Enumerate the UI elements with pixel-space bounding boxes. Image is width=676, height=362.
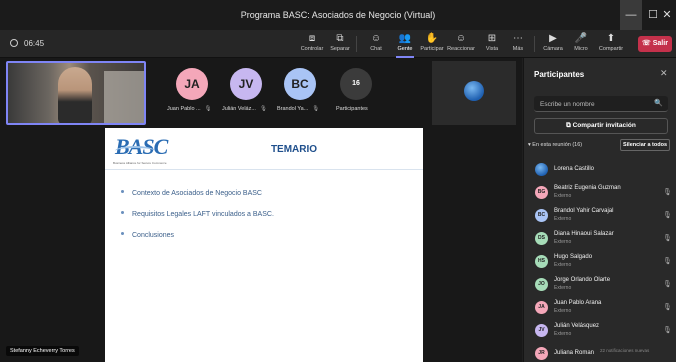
phone-icon: ☏ — [642, 40, 653, 47]
window-title: Programa BASC: Asociados de Negocio (Vir… — [240, 10, 436, 20]
panel-title: Participantes — [534, 70, 585, 79]
control-icon: ⧈ — [308, 33, 316, 44]
share-icon: ⬆ — [606, 33, 616, 44]
slide-bullet: Contexto de Asociados de Negocio BASC — [121, 190, 411, 197]
leave-button[interactable]: ☏ Salir — [638, 36, 672, 52]
slide-bullet: Conclusiones — [121, 232, 411, 239]
globe-logo-icon — [464, 81, 484, 101]
participant-name: Julián Veláz... 🎙 — [222, 106, 267, 112]
self-video-tile[interactable] — [6, 61, 146, 125]
in-meeting-section-header[interactable]: ▾ En esta reunión (16) — [528, 142, 582, 148]
mic-off-icon: 🎙 — [663, 327, 672, 334]
avatar: BC — [535, 209, 548, 222]
avatar: DS — [535, 232, 548, 245]
camera-button[interactable]: ▶ Cámara — [538, 32, 568, 56]
bullet-icon — [121, 211, 124, 214]
toolbar-divider — [534, 36, 535, 52]
meeting-toolbar: 06:45 ⧈ Controlar ⧉ Separar ☺ Chat 👥 Gente ✋… — [0, 30, 676, 58]
participant-name: Juan Pablo ... 🎙 — [167, 106, 212, 112]
mic-off-icon: 🎙 — [663, 212, 672, 219]
minimize-icon: — — [625, 9, 637, 21]
meeting-timer: 06:45 — [10, 30, 44, 58]
participant-search: 🔍 — [534, 96, 668, 112]
mic-off-icon: 🎙 — [312, 106, 320, 112]
camera-off-icon: ▶ — [549, 33, 557, 44]
participant-list: Lorena Castillo BG Beatriz Eugenia Guzma… — [524, 158, 676, 362]
bullet-icon — [121, 232, 124, 235]
mic-off-icon: 🎙 — [204, 106, 212, 112]
participant-row[interactable]: JA Juan Pablo Arana Externo 🎙 — [524, 296, 676, 319]
participant-row[interactable]: JO Jorge Orlando Olarte Externo 🎙 — [524, 273, 676, 296]
chat-button[interactable]: ☺ Chat — [361, 32, 391, 56]
participant-search-input[interactable] — [540, 96, 650, 112]
share-button[interactable]: ⬆ Compartir — [596, 32, 626, 56]
mic-off-icon: 🎙 — [663, 258, 672, 265]
mic-off-icon: 🎙 — [259, 106, 267, 112]
mic-button[interactable]: 🎤 Micro — [566, 32, 596, 56]
meeting-stage: JA Juan Pablo ... 🎙 JV Julián Veláz... 🎙 B… — [0, 58, 522, 362]
participant-avatar[interactable]: BC — [284, 68, 316, 100]
close-panel-button[interactable]: ✕ — [660, 68, 668, 79]
minimize-button[interactable]: — — [620, 0, 642, 30]
mic-off-icon: 🎤 — [574, 33, 588, 44]
people-icon: 👥 — [398, 33, 412, 44]
chat-icon: ☺ — [370, 33, 382, 44]
mute-all-button[interactable]: Silenciar a todos — [620, 139, 670, 151]
participant-count-label: Participantes — [336, 106, 368, 112]
pop-out-icon: ⧉ — [336, 33, 344, 44]
close-icon: ✕ — [660, 68, 668, 78]
participant-name: Brandol Ya... 🎙 — [277, 106, 320, 112]
more-icon: ⋯ — [513, 33, 523, 44]
basc-tagline: Business Alliance for Secure Commerce — [113, 161, 167, 165]
react-button[interactable]: ☺ Reaccionar — [446, 32, 476, 56]
slide-title: TEMARIO — [270, 144, 318, 155]
avatar: JA — [535, 301, 548, 314]
bullet-icon — [121, 190, 124, 193]
mic-off-icon: 🎙 — [663, 304, 672, 311]
toolbar-divider — [356, 36, 357, 52]
mic-off-icon: 🎙 — [663, 235, 672, 242]
avatar: JR — [535, 347, 548, 360]
avatar: JV — [535, 324, 548, 337]
avatar: HS — [535, 255, 548, 268]
slide-bullets: Contexto de Asociados de Negocio BASC Re… — [121, 190, 411, 253]
react-icon: ☺ — [455, 33, 467, 44]
participant-avatar[interactable]: JV — [230, 68, 262, 100]
notifications-toast[interactable]: 22 notificaciones nuevas — [600, 348, 649, 353]
mic-off-icon: 🎙 — [663, 281, 672, 288]
participant-row[interactable]: DS Diana Hinaoui Salazar Externo 🎙 — [524, 227, 676, 250]
pop-out-button[interactable]: ⧉ Separar — [325, 32, 355, 56]
slide-bullet: Requisitos Legales LAFT vinculados a BAS… — [121, 211, 411, 218]
video-background — [104, 71, 144, 123]
slide-header: BASC Business Alliance for Secure Commer… — [105, 128, 423, 170]
raise-hand-icon: ✋ — [425, 33, 439, 44]
globe-logo-icon — [535, 163, 548, 176]
participant-row[interactable]: Lorena Castillo — [524, 158, 676, 181]
mic-off-icon: 🎙 — [663, 189, 672, 196]
timer-text: 06:45 — [24, 39, 45, 48]
video-person — [58, 67, 92, 123]
shield-icon — [10, 39, 18, 47]
shared-slide: BASC Business Alliance for Secure Commer… — [105, 128, 423, 362]
presenter-name-tag: Stefanny Echeverry Torres — [6, 346, 79, 356]
participant-avatar[interactable]: JA — [176, 68, 208, 100]
raise-hand-button[interactable]: ✋ Participar — [417, 32, 447, 56]
avatar: JO — [535, 278, 548, 291]
search-icon: 🔍 — [654, 100, 663, 107]
participant-row[interactable]: JV Julián Velásquez Externo 🎙 — [524, 319, 676, 342]
avatar: BG — [535, 186, 548, 199]
close-window-button[interactable]: ✕ — [656, 0, 676, 30]
share-invite-button[interactable]: ⧉ Compartir invitación — [534, 118, 668, 134]
more-button[interactable]: ⋯ Más — [503, 32, 533, 56]
title-bar: Programa BASC: Asociados de Negocio (Vir… — [0, 0, 676, 30]
close-icon: ✕ — [662, 9, 672, 21]
participant-row[interactable]: HS Hugo Salgado Externo 🎙 — [524, 250, 676, 273]
participant-count-badge[interactable]: 16 — [340, 68, 372, 100]
control-button[interactable]: ⧈ Controlar — [297, 32, 327, 56]
people-button[interactable]: 👥 Gente — [390, 32, 420, 58]
participants-panel: Participantes ✕ 🔍 ⧉ Compartir invitación… — [523, 58, 676, 362]
logo-video-tile[interactable] — [432, 61, 516, 125]
participant-row[interactable]: BG Beatriz Eugenia Guzman Externo 🎙 — [524, 181, 676, 204]
participant-row[interactable]: BC Brandol Yahir Carvajal Externo 🎙 — [524, 204, 676, 227]
